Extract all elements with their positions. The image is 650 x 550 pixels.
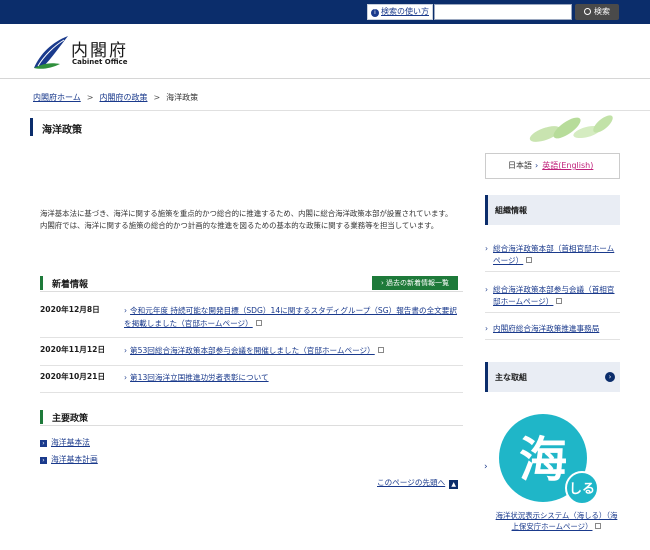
policies-title: 主要政策 — [52, 414, 89, 424]
info-icon: i — [371, 9, 379, 17]
language-switch: 日本語 › 英語(English) — [485, 153, 620, 179]
search-howto-link[interactable]: i 検索の使い方 — [367, 4, 433, 20]
news-item: 2020年12月8日 › 令和元年度 持続可能な開発目標（SDG）14に関するスタ… — [40, 304, 463, 338]
external-link-icon — [595, 523, 602, 529]
news-link[interactable]: › 令和元年度 持続可能な開発目標（SDG）14に関するスタディグループ（SG）報… — [124, 304, 464, 330]
org-title: 組織情報 — [495, 206, 527, 215]
chevron-right-icon: › — [40, 440, 47, 447]
news-date: 2020年11月12日 — [40, 345, 106, 354]
banner-sub-glyph: しる — [569, 482, 595, 497]
breadcrumb-divider — [30, 110, 650, 111]
breadcrumb-policies[interactable]: 内閣府の政策 — [99, 93, 147, 102]
policy-link-text[interactable]: 海洋基本計画 — [51, 455, 98, 464]
sidebar-link-text[interactable]: 内閣府総合海洋政策推進事務局 — [493, 323, 620, 335]
external-link-icon — [556, 298, 563, 304]
heading-accent-bar — [485, 362, 488, 392]
chevron-right-icon: › — [124, 373, 128, 382]
news-link[interactable]: › 第53回総合海洋政策本部参与会議を開催しました（官邸ホームページ） — [124, 344, 464, 357]
news-item: 2020年11月12日 › 第53回総合海洋政策本部参与会議を開催しました（官邸ホ… — [40, 344, 463, 366]
chevron-right-icon: › — [485, 324, 489, 333]
news-date: 2020年12月8日 — [40, 305, 100, 314]
heading-accent-bar — [40, 410, 43, 424]
sidebar-link[interactable]: › 内閣府総合海洋政策推進事務局 — [485, 323, 620, 340]
news-link[interactable]: › 第13回海洋立国推進功労者表彰について — [124, 371, 464, 384]
breadcrumb-home[interactable]: 内閣府ホーム — [33, 93, 81, 102]
breadcrumb-separator: > — [153, 93, 161, 102]
header-divider — [0, 78, 650, 79]
external-link-icon — [255, 320, 262, 326]
intro-text: 海洋基本法に基づき、海洋に関する施策を重点的かつ総合的に推進するため、内閣に総合… — [40, 208, 465, 232]
lang-japanese: 日本語 — [508, 161, 532, 170]
page-top-link[interactable]: このページの先頭へ ▲ — [377, 477, 459, 489]
chevron-right-icon: › — [485, 285, 489, 294]
past-news-button[interactable]: › 過去の新着情報一覧 — [372, 276, 458, 290]
intro-paragraph-1: 海洋基本法に基づき、海洋に関する施策を重点的かつ総合的に推進するため、内閣に総合… — [40, 209, 453, 218]
sidebar-link-text[interactable]: 総合海洋政策本部（首相官邸ホームページ） — [493, 243, 620, 267]
chevron-right-icon: › — [605, 372, 615, 382]
sidebar-link-text[interactable]: 総合海洋政策本部参与会議（首相官邸ホームページ） — [493, 284, 620, 308]
page-top-text[interactable]: このページの先頭へ — [377, 478, 445, 487]
news-link-text[interactable]: 令和元年度 持続可能な開発目標（SDG）14に関するスタディグループ（SG）報告… — [124, 306, 457, 328]
news-title: 新着情報 — [52, 280, 89, 290]
page-title: 海洋政策 — [42, 125, 82, 136]
banner-glyph: 海 — [519, 432, 567, 488]
cabinet-office-logo[interactable]: 内閣府 Cabinet Office — [30, 34, 160, 74]
search-button[interactable]: 検索 — [575, 4, 619, 20]
leaves-decoration-icon — [529, 115, 613, 142]
sidebar-main-heading[interactable]: 主な取組 › — [485, 362, 620, 392]
news-link-text[interactable]: 第13回海洋立国推進功労者表彰について — [130, 373, 269, 382]
external-link-icon — [526, 257, 533, 263]
lang-english-link[interactable]: 英語(English) — [542, 161, 593, 170]
policy-link-basic-plan[interactable]: › 海洋基本計画 — [40, 454, 98, 465]
arrow-up-icon: ▲ — [449, 480, 459, 489]
news-link-text[interactable]: 第53回総合海洋政策本部参与会議を開催しました（官邸ホームページ） — [130, 346, 375, 355]
chevron-right-icon: › — [124, 346, 128, 355]
search-icon — [584, 8, 591, 15]
search-input[interactable] — [434, 4, 572, 20]
logo-emblem-icon — [34, 36, 68, 69]
chevron-right-icon: › — [40, 457, 47, 464]
chevron-right-icon: › — [124, 306, 128, 315]
external-link-icon — [377, 347, 384, 353]
heading-accent-bar — [485, 195, 488, 225]
umishiru-caption[interactable]: 海洋状況表示システム（海しる）（海上保安庁ホームページ） — [493, 510, 620, 532]
policies-section-heading: 主要政策 — [40, 408, 463, 426]
policy-link-basic-act[interactable]: › 海洋基本法 — [40, 437, 90, 448]
breadcrumb-current: 海洋政策 — [166, 93, 199, 102]
chevron-right-icon: › — [535, 161, 539, 170]
sidebar-org-heading: 組織情報 — [485, 195, 620, 225]
news-item: 2020年10月21日 › 第13回海洋立国推進功労者表彰について — [40, 371, 463, 393]
heading-accent-bar — [40, 276, 43, 290]
news-date: 2020年10月21日 — [40, 372, 106, 381]
main-initiatives-title: 主な取組 — [495, 373, 527, 382]
top-search-bar: i 検索の使い方 検索 — [0, 0, 650, 24]
sidebar-link[interactable]: › 総合海洋政策本部（首相官邸ホームページ） — [485, 243, 620, 272]
title-accent-bar — [30, 118, 33, 136]
policy-link-text[interactable]: 海洋基本法 — [51, 438, 90, 447]
breadcrumb: 内閣府ホーム > 内閣府の政策 > 海洋政策 — [33, 92, 198, 103]
chevron-right-icon: › — [485, 244, 489, 253]
intro-paragraph-2: 内閣府では、海洋に関する施策の総合的かつ計画的な推進を図るための基本的な政策に関… — [40, 221, 439, 230]
sidebar-link[interactable]: › 総合海洋政策本部参与会議（首相官邸ホームページ） — [485, 284, 620, 313]
logo-text-en: Cabinet Office — [72, 58, 128, 66]
breadcrumb-separator: > — [86, 93, 94, 102]
